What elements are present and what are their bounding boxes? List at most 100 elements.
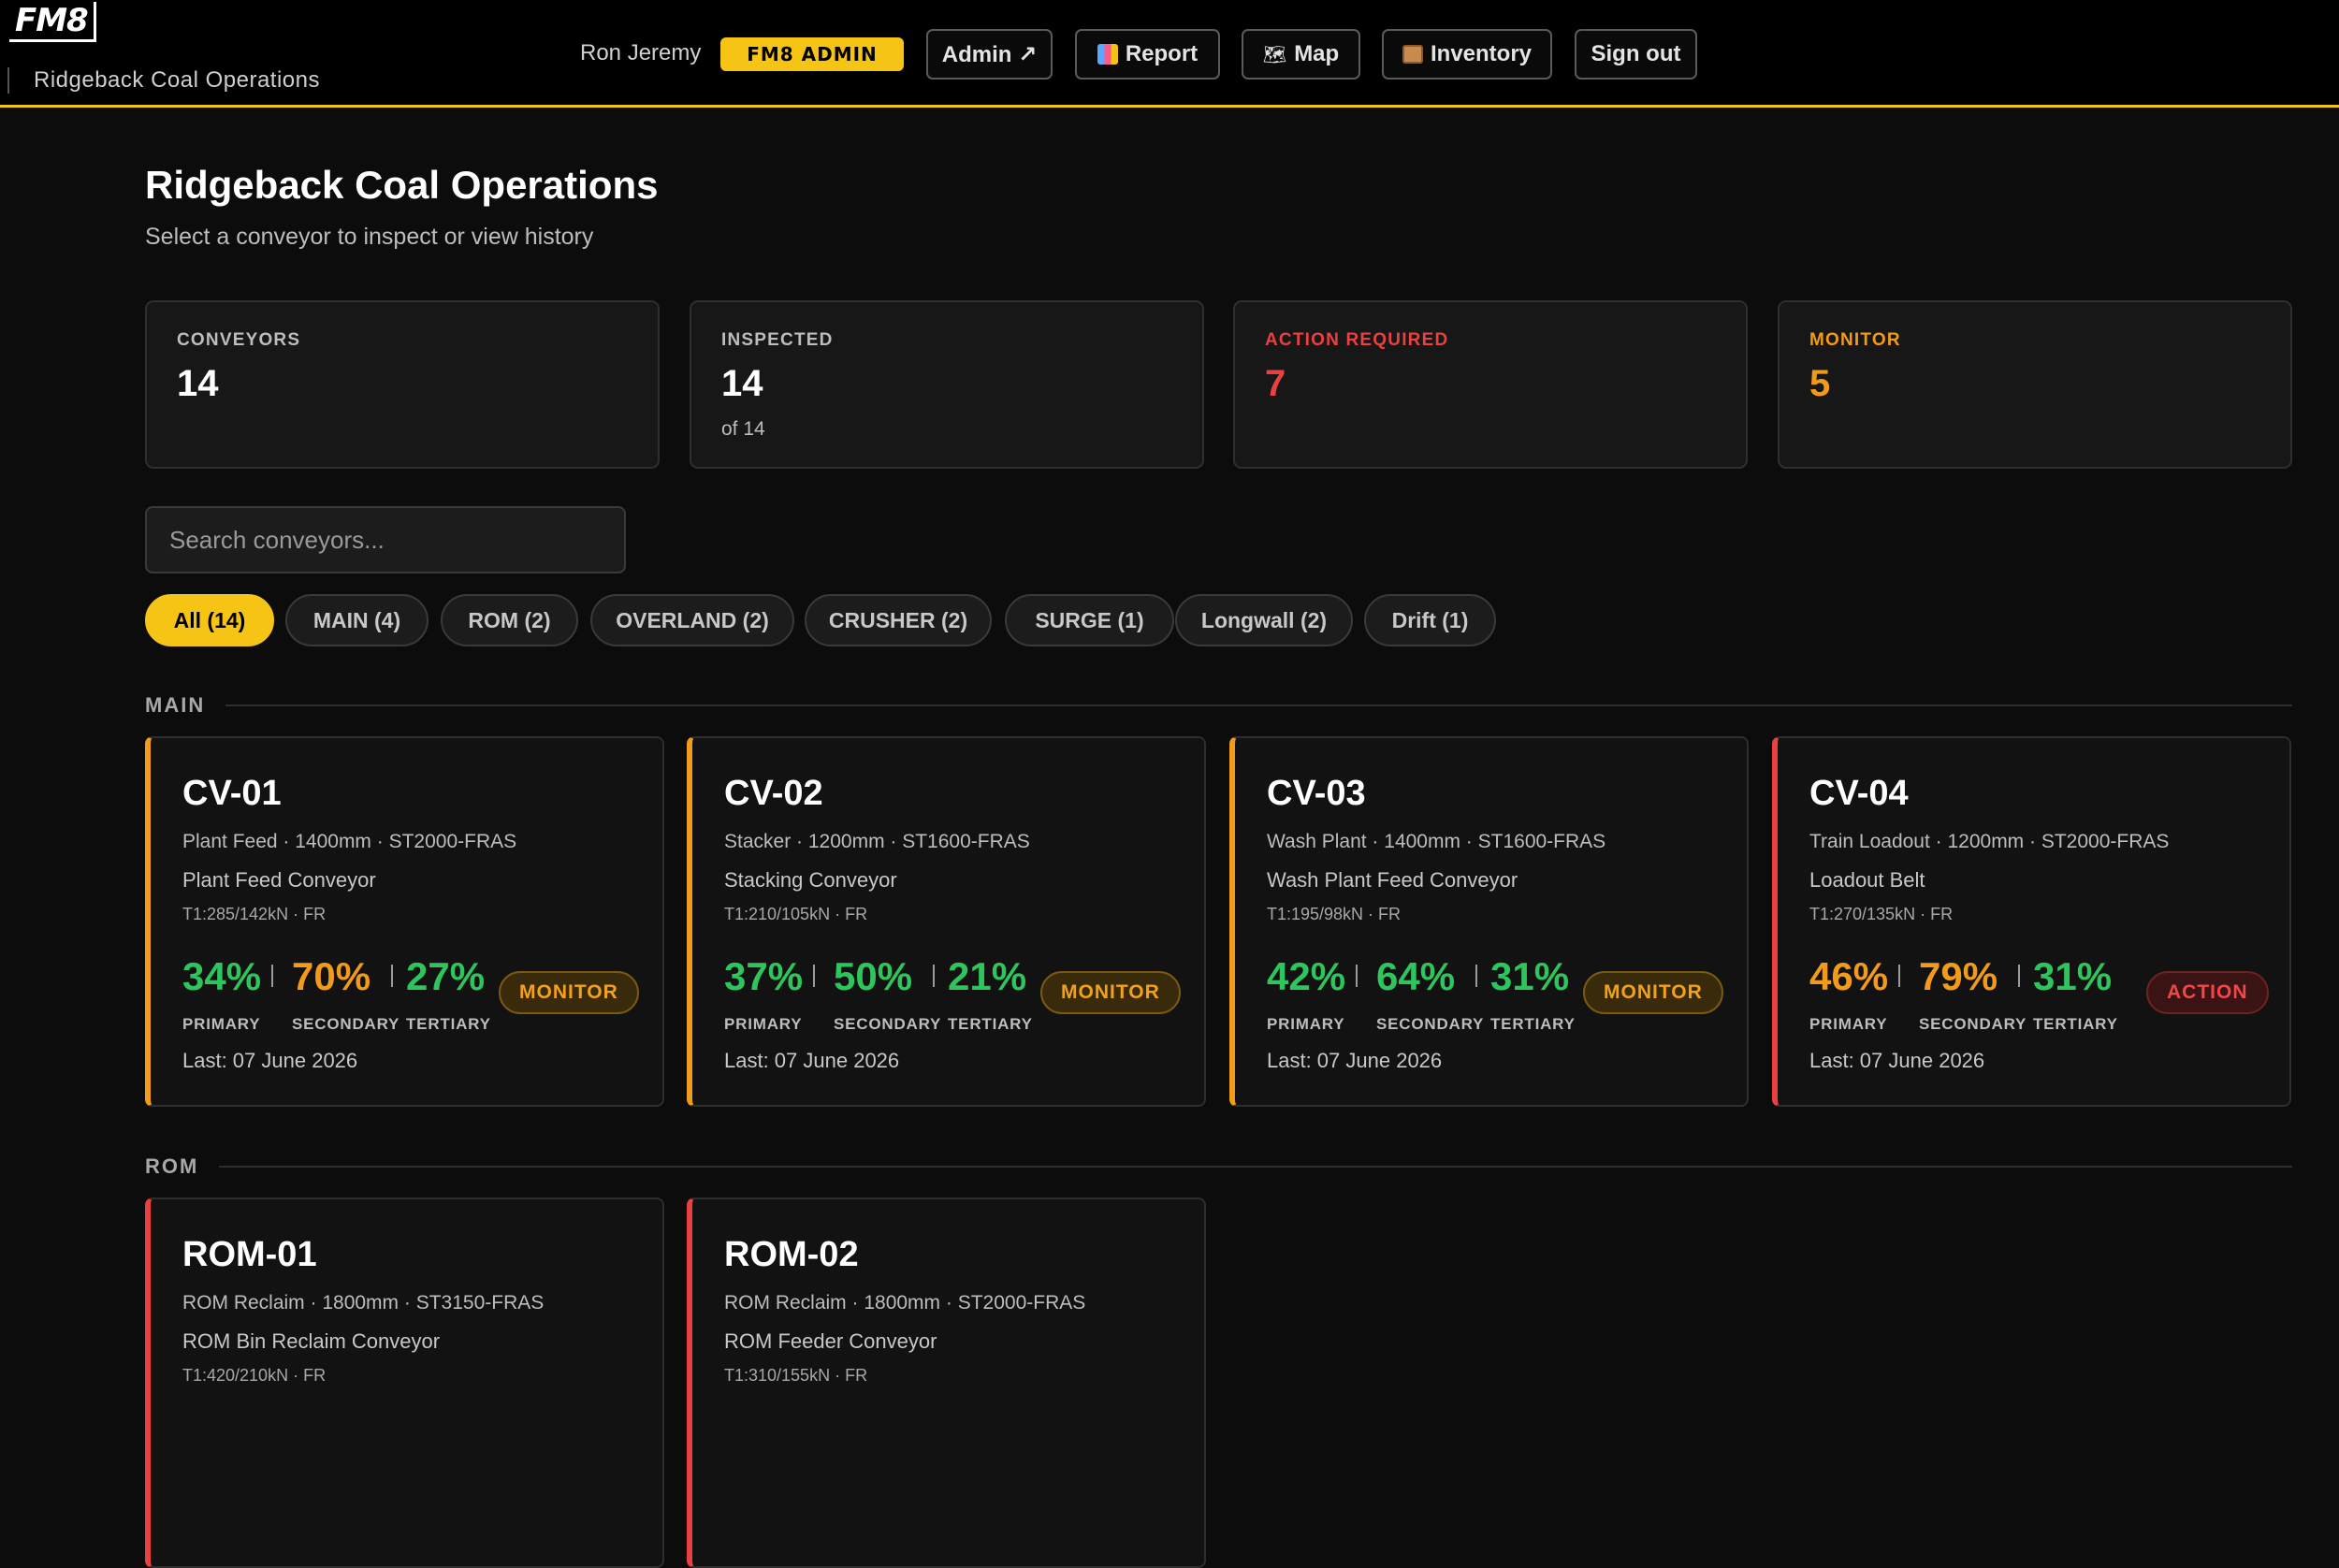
stat-label: MONITOR — [1809, 330, 1901, 350]
admin-button-label: Admin ↗ — [941, 41, 1038, 67]
conveyor-description: Wash Plant Feed Conveyor — [1267, 868, 1518, 892]
secondary-percent: 70% — [292, 954, 371, 998]
map-button[interactable]: 🗺 Map — [1242, 29, 1360, 80]
section-title: MAIN — [145, 693, 206, 717]
secondary-label: SECONDARY — [1919, 1015, 2027, 1033]
conveyor-card-cv-04[interactable]: CV-04 Train Loadout · 1200mm · ST2000-FR… — [1772, 736, 2291, 1107]
section-divider — [225, 704, 2292, 706]
divider — [813, 965, 815, 987]
conveyor-card-cv-03[interactable]: CV-03 Wash Plant · 1400mm · ST1600-FRAS … — [1229, 736, 1749, 1107]
secondary-percent: 79% — [1919, 954, 1998, 998]
last-inspection: Last: 07 June 2026 — [182, 1049, 358, 1072]
conveyor-card-rom-01[interactable]: ROM-01 ROM Reclaim · 1800mm · ST3150-FRA… — [145, 1198, 664, 1568]
filter-chip-crusher[interactable]: CRUSHER (2) — [805, 594, 992, 646]
filter-chip-rom[interactable]: ROM (2) — [441, 594, 578, 646]
conveyor-id: CV-02 — [724, 774, 823, 813]
tertiary-percent: 21% — [948, 954, 1027, 998]
secondary-label: SECONDARY — [834, 1015, 942, 1033]
conveyor-meta: Plant Feed · 1400mm · ST2000-FRAS — [182, 831, 517, 852]
tertiary-label: TERTIARY — [948, 1015, 1033, 1033]
conveyor-id: ROM-02 — [724, 1235, 859, 1274]
filter-chip-main[interactable]: MAIN (4) — [285, 594, 429, 646]
user-name: Ron Jeremy — [580, 40, 702, 65]
conveyor-id: CV-01 — [182, 774, 282, 813]
secondary-percent: 50% — [834, 954, 913, 998]
conveyor-tension: T1:285/142kN · FR — [182, 905, 327, 923]
map-icon: 🗺 — [1262, 44, 1287, 65]
conveyor-card-cv-01[interactable]: CV-01 Plant Feed · 1400mm · ST2000-FRAS … — [145, 736, 664, 1107]
primary-label: PRIMARY — [1809, 1015, 1888, 1033]
conveyor-tension: T1:310/155kN · FR — [724, 1366, 868, 1385]
secondary-label: SECONDARY — [1376, 1015, 1485, 1033]
divider — [391, 965, 393, 987]
conveyor-card-rom-02[interactable]: ROM-02 ROM Reclaim · 1800mm · ST2000-FRA… — [687, 1198, 1206, 1568]
conveyor-meta: Stacker · 1200mm · ST1600-FRAS — [724, 831, 1030, 852]
tertiary-label: TERTIARY — [2033, 1015, 2118, 1033]
primary-percent: 42% — [1267, 954, 1346, 998]
bar-chart-icon — [1097, 44, 1118, 65]
primary-percent: 46% — [1809, 954, 1889, 998]
stat-label: ACTION REQUIRED — [1265, 330, 1449, 350]
stat-value: 14 — [177, 363, 219, 404]
stat-conveyors: CONVEYORS 14 — [145, 300, 660, 469]
stat-monitor: MONITOR 5 — [1778, 300, 2292, 469]
conveyor-description: ROM Bin Reclaim Conveyor — [182, 1329, 441, 1353]
report-button[interactable]: Report — [1075, 29, 1220, 80]
filter-chip-drift[interactable]: Drift (1) — [1364, 594, 1496, 646]
divider — [933, 965, 935, 987]
admin-badge: FM8 ADMIN — [720, 37, 904, 71]
stat-subtext: of 14 — [721, 418, 765, 440]
stat-value: 5 — [1809, 363, 1831, 404]
stat-action-required: ACTION REQUIRED 7 — [1233, 300, 1748, 469]
divider — [1475, 965, 1477, 987]
divider — [271, 965, 273, 987]
report-button-label: Report — [1125, 41, 1199, 66]
tertiary-percent: 27% — [406, 954, 486, 998]
section-header-rom: ROM — [145, 1153, 2292, 1181]
admin-button[interactable]: Admin ↗ — [926, 29, 1053, 80]
last-inspection: Last: 07 June 2026 — [1267, 1049, 1443, 1072]
inventory-button[interactable]: Inventory — [1382, 29, 1552, 80]
conveyor-description: Stacking Conveyor — [724, 868, 897, 892]
last-inspection: Last: 07 June 2026 — [724, 1049, 900, 1072]
filter-chip-surge[interactable]: SURGE (1) — [1005, 594, 1174, 646]
status-badge: ACTION — [2146, 971, 2269, 1014]
divider — [2018, 965, 2020, 987]
filter-chip-longwall[interactable]: Longwall (2) — [1175, 594, 1353, 646]
stat-label: CONVEYORS — [177, 330, 301, 350]
primary-percent: 34% — [182, 954, 262, 998]
site-name: Ridgeback Coal Operations — [7, 67, 320, 94]
conveyor-id: ROM-01 — [182, 1235, 317, 1274]
status-badge: MONITOR — [1040, 971, 1181, 1014]
fm8-logo[interactable]: FM8 — [9, 2, 96, 42]
conveyor-meta: Train Loadout · 1200mm · ST2000-FRAS — [1809, 831, 2170, 852]
sign-out-button[interactable]: Sign out — [1575, 29, 1697, 80]
conveyor-meta: Wash Plant · 1400mm · ST1600-FRAS — [1267, 831, 1606, 852]
tertiary-label: TERTIARY — [1490, 1015, 1576, 1033]
stat-inspected: INSPECTED 14 of 14 — [690, 300, 1204, 469]
sign-out-button-label: Sign out — [1591, 41, 1681, 66]
conveyor-id: CV-04 — [1809, 774, 1909, 813]
conveyor-id: CV-03 — [1267, 774, 1366, 813]
divider — [1898, 965, 1900, 987]
status-badge: MONITOR — [1583, 971, 1723, 1014]
tertiary-percent: 31% — [1490, 954, 1570, 998]
conveyor-tension: T1:210/105kN · FR — [724, 905, 868, 923]
conveyor-card-cv-02[interactable]: CV-02 Stacker · 1200mm · ST1600-FRAS Sta… — [687, 736, 1206, 1107]
tertiary-percent: 31% — [2033, 954, 2113, 998]
last-inspection: Last: 07 June 2026 — [1809, 1049, 1985, 1072]
section-title: ROM — [145, 1154, 199, 1178]
conveyor-description: Loadout Belt — [1809, 868, 1925, 892]
search-input[interactable] — [145, 506, 626, 573]
conveyor-tension: T1:270/135kN · FR — [1809, 905, 1954, 923]
stat-value: 7 — [1265, 363, 1286, 404]
conveyor-description: Plant Feed Conveyor — [182, 868, 376, 892]
filter-chip-all[interactable]: All (14) — [145, 594, 274, 646]
filter-chip-overland[interactable]: OVERLAND (2) — [590, 594, 794, 646]
section-divider — [219, 1166, 2292, 1168]
secondary-percent: 64% — [1376, 954, 1456, 998]
primary-label: PRIMARY — [182, 1015, 261, 1033]
status-badge: MONITOR — [499, 971, 639, 1014]
conveyor-meta: ROM Reclaim · 1800mm · ST3150-FRAS — [182, 1292, 545, 1314]
top-header: FM8 Ridgeback Coal Operations Ron Jeremy… — [0, 0, 2339, 108]
